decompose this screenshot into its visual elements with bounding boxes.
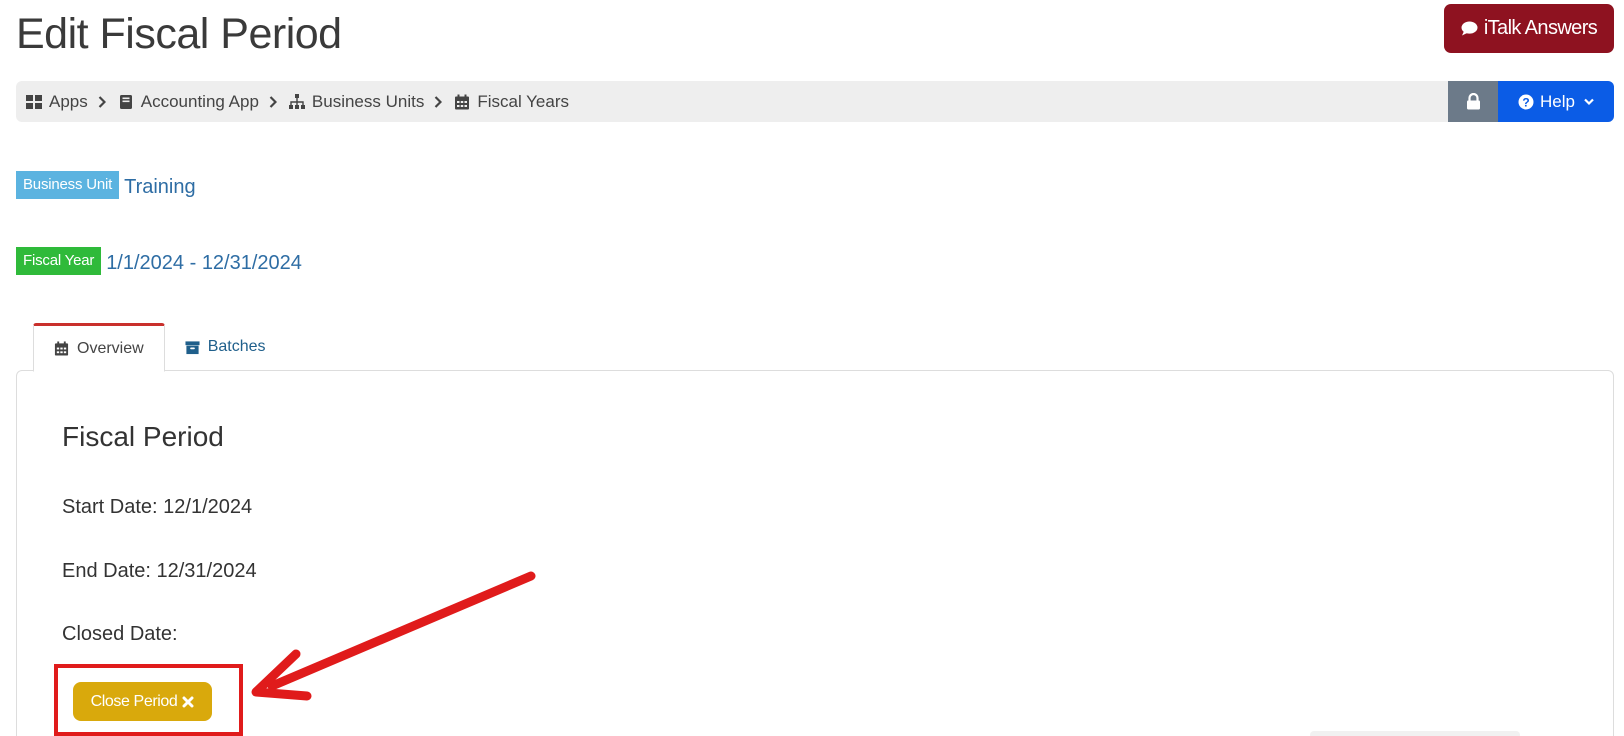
fiscal-period-heading: Fiscal Period	[62, 421, 224, 452]
tab-label: Overview	[77, 339, 144, 357]
fiscal-year-badge: Fiscal Year	[16, 247, 102, 275]
end-date-text: End Date: 12/31/2024	[62, 560, 257, 582]
start-date-text: Start Date: 12/1/2024	[62, 496, 253, 518]
lock-icon	[1466, 93, 1480, 110]
tab-bar: Overview Batches	[33, 323, 286, 372]
tab-batches[interactable]: Batches	[165, 323, 286, 371]
chevron-right-icon	[98, 95, 106, 108]
breadcrumb-item-apps[interactable]: Apps	[26, 92, 88, 112]
overview-panel: Fiscal Period Start Date: 12/1/2024 End …	[16, 370, 1614, 736]
italk-answers-label: iTalk Answers	[1483, 17, 1598, 39]
breadcrumb-label: Accounting App	[140, 91, 259, 111]
chevron-right-icon	[269, 95, 277, 108]
chevron-right-icon	[434, 95, 443, 108]
th-large-icon	[26, 94, 42, 109]
breadcrumb-item-fiscal-years[interactable]: Fiscal Years	[454, 92, 569, 112]
business-unit-value[interactable]: Training	[124, 176, 196, 199]
question-circle-icon: ?	[1518, 94, 1534, 109]
business-unit-row: Business Unit Training	[16, 171, 196, 199]
book-icon	[119, 94, 132, 109]
tab-label: Batches	[207, 338, 266, 355]
italk-answers-button[interactable]: iTalk Answers	[1444, 4, 1614, 53]
annotation-highlight-box	[54, 664, 243, 736]
breadcrumb-bar: Apps Accounting App Business Units Fisca…	[16, 81, 1614, 122]
page-title: Edit Fiscal Period	[16, 10, 342, 58]
breadcrumb-item-accounting-app[interactable]: Accounting App	[118, 92, 259, 112]
lock-button[interactable]	[1448, 81, 1498, 122]
fiscal-year-value[interactable]: 1/1/2024 - 12/31/2024	[106, 252, 302, 275]
tab-overview[interactable]: Overview	[33, 323, 165, 372]
breadcrumb-label: Apps	[49, 91, 88, 111]
help-label: Help	[1540, 91, 1575, 111]
breadcrumb: Apps Accounting App Business Units Fisca…	[26, 81, 569, 122]
calendar-icon	[54, 341, 69, 356]
breadcrumb-item-business-units[interactable]: Business Units	[288, 91, 425, 112]
hidden-popover-edge	[1310, 731, 1520, 736]
fiscal-year-row: Fiscal Year 1/1/2024 - 12/31/2024	[16, 247, 302, 275]
svg-text:?: ?	[1522, 95, 1529, 109]
business-unit-badge: Business Unit	[16, 171, 120, 199]
help-dropdown-button[interactable]: ? Help	[1498, 81, 1614, 122]
archive-icon	[185, 340, 200, 354]
breadcrumb-label: Business Units	[311, 91, 425, 111]
comment-icon	[1461, 21, 1478, 36]
sitemap-icon	[288, 93, 305, 109]
chevron-down-icon	[1584, 98, 1594, 105]
closed-date-text: Closed Date:	[62, 623, 178, 645]
calendar-icon	[455, 94, 470, 109]
breadcrumb-label: Fiscal Years	[477, 91, 570, 111]
